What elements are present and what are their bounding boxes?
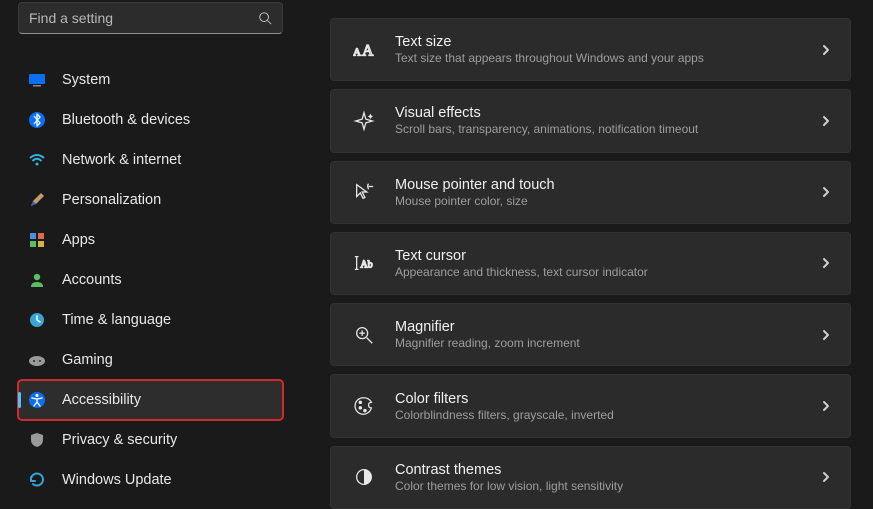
- sidebar-item-label: Time & language: [62, 312, 171, 328]
- card-title: Text cursor: [395, 248, 820, 264]
- card-title: Mouse pointer and touch: [395, 177, 820, 193]
- sidebar-item-apps[interactable]: Apps: [18, 220, 288, 260]
- sidebar-item-label: System: [62, 72, 110, 88]
- system-icon: [28, 71, 46, 89]
- sidebar-item-accounts[interactable]: Accounts: [18, 260, 288, 300]
- sidebar-item-accessibility[interactable]: Accessibility: [18, 380, 283, 420]
- card-title: Text size: [395, 34, 820, 50]
- main-panel: AA Text size Text size that appears thro…: [300, 0, 873, 509]
- sidebar-item-label: Bluetooth & devices: [62, 112, 190, 128]
- sidebar-item-label: Windows Update: [62, 472, 172, 488]
- card-magnifier[interactable]: Magnifier Magnifier reading, zoom increm…: [330, 303, 851, 366]
- card-desc: Appearance and thickness, text cursor in…: [395, 265, 820, 279]
- card-desc: Magnifier reading, zoom increment: [395, 336, 820, 350]
- card-title: Color filters: [395, 391, 820, 407]
- card-contrast-themes[interactable]: Contrast themes Color themes for low vis…: [330, 446, 851, 509]
- magnifier-icon: [345, 324, 383, 346]
- card-desc: Text size that appears throughout Window…: [395, 51, 820, 65]
- card-desc: Colorblindness filters, grayscale, inver…: [395, 408, 820, 422]
- text-cursor-icon: Ab: [345, 252, 383, 274]
- sidebar-item-privacy[interactable]: Privacy & security: [18, 420, 288, 460]
- text-size-icon: AA: [345, 39, 383, 61]
- sidebar-item-gaming[interactable]: Gaming: [18, 340, 288, 380]
- card-desc: Color themes for low vision, light sensi…: [395, 479, 820, 493]
- sidebar-item-system[interactable]: System: [18, 60, 288, 100]
- sidebar-item-time-language[interactable]: Time & language: [18, 300, 288, 340]
- bluetooth-icon: [28, 111, 46, 129]
- card-visual-effects[interactable]: Visual effects Scroll bars, transparency…: [330, 89, 851, 152]
- sidebar-item-label: Apps: [62, 232, 95, 248]
- sidebar-item-label: Accessibility: [62, 392, 141, 408]
- sidebar-item-label: Accounts: [62, 272, 122, 288]
- card-title: Visual effects: [395, 105, 820, 121]
- chevron-right-icon: [820, 329, 832, 341]
- palette-icon: [345, 395, 383, 417]
- chevron-right-icon: [820, 471, 832, 483]
- brush-icon: [28, 191, 46, 209]
- svg-text:A: A: [353, 46, 361, 58]
- clock-icon: [28, 311, 46, 329]
- chevron-right-icon: [820, 257, 832, 269]
- search-box[interactable]: [18, 2, 283, 34]
- sidebar-item-label: Gaming: [62, 352, 113, 368]
- apps-icon: [28, 231, 46, 249]
- card-mouse-pointer[interactable]: Mouse pointer and touch Mouse pointer co…: [330, 161, 851, 224]
- search-input[interactable]: [29, 10, 258, 26]
- sidebar-nav: System Bluetooth & devices Network & int…: [18, 60, 288, 500]
- person-icon: [28, 271, 46, 289]
- contrast-icon: [345, 466, 383, 488]
- sidebar-item-bluetooth[interactable]: Bluetooth & devices: [18, 100, 288, 140]
- sidebar-item-label: Privacy & security: [62, 432, 177, 448]
- svg-text:A: A: [362, 42, 374, 59]
- sparkle-icon: [345, 110, 383, 132]
- chevron-right-icon: [820, 186, 832, 198]
- chevron-right-icon: [820, 115, 832, 127]
- sidebar-item-personalization[interactable]: Personalization: [18, 180, 288, 220]
- svg-text:Ab: Ab: [360, 260, 372, 271]
- chevron-right-icon: [820, 44, 832, 56]
- cursor-icon: [345, 181, 383, 203]
- card-desc: Scroll bars, transparency, animations, n…: [395, 122, 820, 136]
- accessibility-icon: [28, 391, 46, 409]
- sidebar-item-label: Network & internet: [62, 152, 181, 168]
- card-text-size[interactable]: AA Text size Text size that appears thro…: [330, 18, 851, 81]
- wifi-icon: [28, 151, 46, 169]
- sidebar-item-windows-update[interactable]: Windows Update: [18, 460, 288, 500]
- card-color-filters[interactable]: Color filters Colorblindness filters, gr…: [330, 374, 851, 437]
- sidebar-item-network[interactable]: Network & internet: [18, 140, 288, 180]
- sidebar-item-label: Personalization: [62, 192, 161, 208]
- sidebar: System Bluetooth & devices Network & int…: [0, 0, 300, 509]
- card-title: Contrast themes: [395, 462, 820, 478]
- update-icon: [28, 471, 46, 489]
- search-icon: [258, 11, 272, 25]
- shield-icon: [28, 431, 46, 449]
- gaming-icon: [28, 351, 46, 369]
- card-text-cursor[interactable]: Ab Text cursor Appearance and thickness,…: [330, 232, 851, 295]
- card-title: Magnifier: [395, 319, 820, 335]
- card-desc: Mouse pointer color, size: [395, 194, 820, 208]
- chevron-right-icon: [820, 400, 832, 412]
